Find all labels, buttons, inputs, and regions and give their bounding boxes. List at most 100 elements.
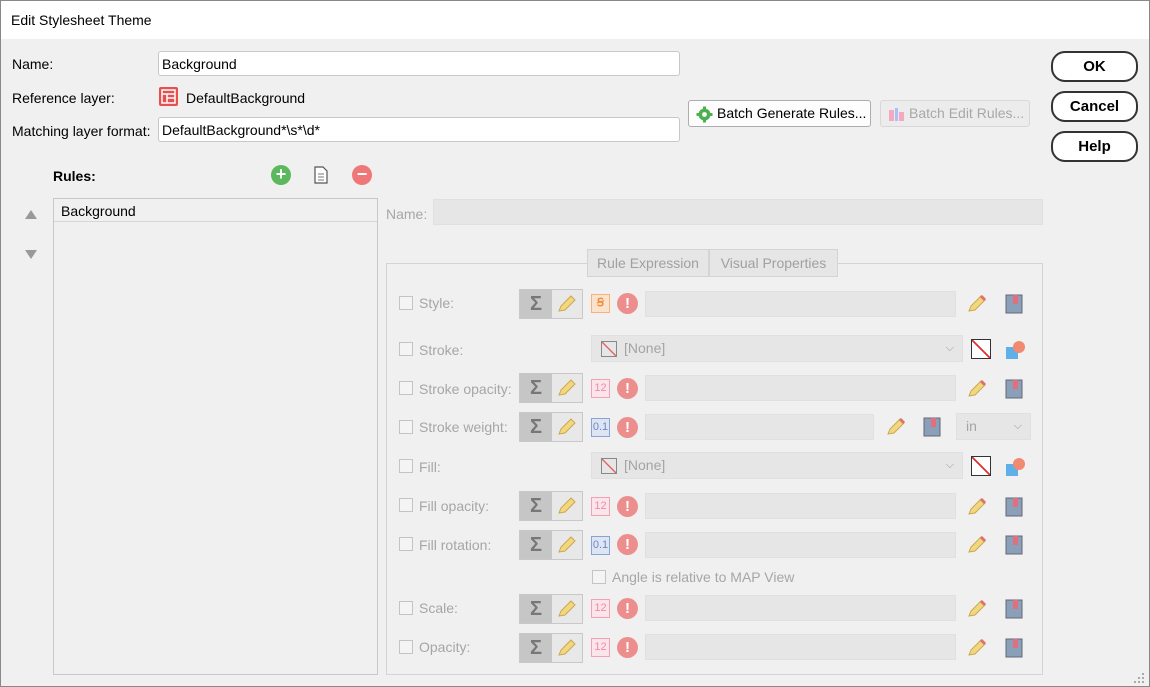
none-swatch-icon [601,341,617,357]
number-type-icon: 12 [591,379,610,398]
stroke-opacity-expression-input[interactable] [645,375,956,401]
plus-circle-icon[interactable]: + [271,165,291,185]
chevron-down-icon: ⌵ [1013,420,1022,432]
pencil-icon [558,379,576,396]
window-title: Edit Stylesheet Theme [11,12,152,28]
bookmark-icon[interactable] [1005,638,1023,658]
shape-style-icon[interactable] [1005,457,1027,477]
style-checkbox[interactable] [399,296,413,310]
rule-name-label: Name: [386,206,428,222]
minus-circle-icon[interactable]: − [352,165,372,185]
opacity-expression-toggle[interactable]: Σ [519,633,583,663]
pencil-icon[interactable] [966,294,988,314]
pencil-icon[interactable] [966,535,988,555]
bookmark-icon[interactable] [1005,294,1023,314]
resize-grip-icon[interactable] [1133,672,1145,684]
pencil-icon [558,639,576,656]
rules-label: Rules: [53,168,96,184]
fill-rotation-expression-input[interactable] [645,532,956,558]
pencil-icon [558,600,576,617]
sigma-icon: Σ [520,531,552,559]
scale-expression-toggle[interactable]: Σ [519,594,583,624]
scale-checkbox[interactable] [399,601,413,615]
decimal-type-icon: 0.1 [591,536,610,555]
chevron-down-icon: ⌵ [945,342,954,354]
bookmark-icon[interactable] [1005,599,1023,619]
triangle-up-icon[interactable] [25,210,37,219]
style-expression-input[interactable] [645,291,956,317]
style-expression-toggle[interactable]: Σ [519,289,583,319]
pencil-icon[interactable] [885,417,907,437]
reference-layer-value: DefaultBackground [186,90,306,106]
pencil-icon [558,418,576,435]
cancel-button[interactable]: Cancel [1051,91,1138,122]
pencil-icon[interactable] [966,379,988,399]
help-button[interactable]: Help [1051,131,1138,162]
fill-opacity-checkbox[interactable] [399,498,413,512]
stroke-opacity-expression-toggle[interactable]: Σ [519,373,583,403]
name-input[interactable]: Background [158,51,680,76]
name-label: Name: [12,56,54,72]
batch-generate-button[interactable]: Batch Generate Rules... [688,100,871,127]
no-color-icon[interactable] [971,339,991,359]
fill-checkbox[interactable] [399,459,413,473]
pencil-icon[interactable] [966,599,988,619]
angle-relative-checkbox[interactable] [592,570,606,584]
tab-visual-properties[interactable]: Visual Properties [709,249,838,277]
title-bar: Edit Stylesheet Theme [1,1,1149,39]
stroke-weight-expression-input[interactable] [645,414,874,440]
stroke-weight-label: Stroke weight: [419,419,508,435]
tab-rule-expression[interactable]: Rule Expression [587,249,709,277]
opacity-checkbox[interactable] [399,640,413,654]
error-icon: ! [617,598,638,619]
fill-rotation-expression-toggle[interactable]: Σ [519,530,583,560]
batch-edit-label: Batch Edit Rules... [909,105,1025,121]
reference-layer-label: Reference layer: [12,90,115,106]
batch-edit-button[interactable]: Batch Edit Rules... [880,100,1030,127]
stroke-weight-expression-toggle[interactable]: Σ [519,412,583,442]
bookmark-icon[interactable] [1005,497,1023,517]
list-item[interactable]: Background [54,199,377,222]
matching-format-input[interactable]: DefaultBackground*\s*\d* [158,117,680,142]
number-type-icon: 12 [591,638,610,657]
stroke-opacity-checkbox[interactable] [399,381,413,395]
bookmark-icon[interactable] [923,417,941,437]
style-type-icon: Ꞩ [591,294,610,313]
bookmark-icon[interactable] [1005,379,1023,399]
batch-generate-label: Batch Generate Rules... [717,105,867,121]
stroke-checkbox[interactable] [399,342,413,356]
pencil-icon[interactable] [966,638,988,658]
error-icon: ! [617,637,638,658]
scale-expression-input[interactable] [645,595,956,621]
pencil-icon [558,497,576,514]
fill-rotation-checkbox[interactable] [399,537,413,551]
stroke-weight-unit-select[interactable]: in ⌵ [956,413,1031,440]
ok-button[interactable]: OK [1051,51,1138,82]
fill-opacity-expression-toggle[interactable]: Σ [519,491,583,521]
opacity-expression-input[interactable] [645,634,956,660]
fill-opacity-expression-input[interactable] [645,493,956,519]
stroke-weight-checkbox[interactable] [399,420,413,434]
rule-name-input[interactable] [433,199,1043,225]
layer-table-icon [159,87,178,106]
dialog-window: Edit Stylesheet Theme Name: Background R… [0,0,1150,687]
error-icon: ! [617,496,638,517]
shape-style-icon[interactable] [1005,340,1027,360]
no-color-icon[interactable] [971,456,991,476]
sigma-icon: Σ [520,413,552,441]
bookmark-icon[interactable] [1005,535,1023,555]
style-label: Style: [419,295,455,311]
sigma-icon: Σ [520,374,552,402]
gear-icon [696,106,713,123]
error-icon: ! [617,378,638,399]
pencil-icon[interactable] [966,497,988,517]
fill-combo[interactable]: [None] ⌵ [591,452,963,479]
triangle-down-icon[interactable] [25,250,37,259]
stroke-combo-value: [None] [624,340,666,356]
fill-rotation-label: Fill rotation: [419,537,492,553]
copy-icon[interactable] [313,166,330,185]
stroke-combo[interactable]: [None] ⌵ [591,335,963,362]
error-icon: ! [617,534,638,555]
fill-label: Fill: [419,459,441,475]
rules-list[interactable]: Background [53,198,378,675]
